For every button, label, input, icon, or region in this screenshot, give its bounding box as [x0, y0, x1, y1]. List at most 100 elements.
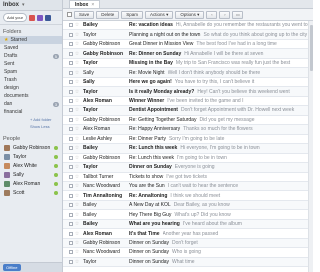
toolbar: Save Delete Spam Actions ▾ Options ▾ ‹ ›…	[63, 9, 313, 21]
table-row[interactable]: ☆ Gabby Robinson Re: Lunch this week I'm go…	[63, 154, 313, 164]
table-row[interactable]: ☆ Gabby Robinson Re: Dinner on Sunday Hi An…	[63, 49, 313, 59]
table-row[interactable]: ☆ Taylor Planning a night out on the town S…	[63, 30, 313, 40]
folder-item[interactable]: design	[0, 84, 62, 92]
star-icon[interactable]: ☆	[73, 126, 81, 132]
star-icon[interactable]: ☆	[73, 89, 81, 95]
star-icon[interactable]: ☆	[73, 202, 81, 208]
tab-inbox[interactable]: Inbox ×	[69, 0, 101, 8]
scrollbar[interactable]	[308, 21, 313, 272]
star-icon[interactable]: ☆	[73, 60, 81, 66]
star-icon[interactable]: ☆	[73, 117, 81, 123]
facebook-icon[interactable]	[45, 14, 52, 21]
star-icon[interactable]: ☆	[73, 240, 81, 246]
message-pane: Inbox × Save Delete Spam Actions ▾ Optio…	[63, 0, 313, 272]
close-icon[interactable]: ×	[91, 2, 94, 8]
message-list: ☆ Bailey Re: vacation ideas Hi, Annabelle d…	[63, 21, 313, 268]
star-icon[interactable]: ☆	[73, 155, 81, 161]
select-all-checkbox[interactable]	[67, 12, 72, 17]
chevron-down-icon[interactable]: ▾	[22, 2, 25, 8]
save-button[interactable]: Save	[74, 10, 95, 19]
star-icon[interactable]: ☆	[73, 70, 81, 76]
add-account-button[interactable]: Add your	[3, 13, 28, 22]
folder-item[interactable]: financial	[0, 108, 62, 116]
subject: Planning a night out on the town	[129, 31, 201, 38]
folder-item[interactable]: Saved	[0, 44, 62, 52]
table-row[interactable]: ☆ Bailey Re: Lunch this week Hi everyone, I…	[63, 144, 313, 154]
subject: Re: Movie Night	[129, 69, 165, 76]
sender: Bailey	[83, 211, 97, 218]
star-icon[interactable]: ☆	[73, 145, 81, 151]
table-row[interactable]: ☆ Bailey Hey There Big Guy What's up? Did y…	[63, 210, 313, 220]
folder-item[interactable]: Sent	[0, 60, 62, 68]
table-row[interactable]: ☆ Gabby Robinson Dinner on Sunday Don't for…	[63, 238, 313, 249]
next-icon[interactable]: ›	[219, 10, 231, 19]
person-item[interactable]: Sally	[0, 170, 62, 179]
table-row[interactable]: ☆ Nanc Woodward You are the Sun I can't wai…	[63, 181, 313, 192]
sender: Tallbot Turner	[83, 173, 114, 180]
subject: Re: Lunch this week	[129, 145, 178, 152]
folder-item[interactable]: Spam	[0, 68, 62, 76]
prev-icon[interactable]: ‹	[206, 10, 218, 19]
folder-label: Spam	[4, 69, 18, 75]
folder-item[interactable]: ★ Starred	[0, 36, 62, 44]
table-row[interactable]: ☆ Tim Annaltoning Re: Annaltoning I think w…	[63, 191, 313, 201]
snippet: I've been invited to the game and I	[167, 97, 244, 104]
table-row[interactable]: ☆ Taylor Is it really Monday already? Hey! …	[63, 87, 313, 97]
star-icon[interactable]: ☆	[73, 193, 81, 199]
presence-icon	[54, 145, 58, 150]
table-row[interactable]: ☆ Sally Re: Movie Night Well I don't think …	[63, 68, 313, 78]
show-less-link[interactable]: Show Less	[0, 123, 62, 130]
table-row[interactable]: ☆ Leslie Ashley Re: Dinner Party Sorry I'm …	[63, 135, 313, 145]
star-icon[interactable]: ☆	[73, 98, 81, 104]
table-row[interactable]: ☆ Bailey What are you hearing I've heard ab…	[63, 219, 313, 230]
table-row[interactable]: ☆ Alex Roman It's that Time Another year ha…	[63, 229, 313, 239]
star-icon[interactable]: ☆	[73, 212, 81, 218]
person-item[interactable]: Taylor	[0, 152, 62, 161]
add-folder-link[interactable]: + Add folder	[0, 116, 62, 123]
person-item[interactable]: Alex White	[0, 161, 62, 170]
scrollbar-thumb[interactable]	[310, 25, 313, 71]
star-icon[interactable]: ☆	[73, 221, 81, 227]
person-item[interactable]: Scott	[0, 188, 62, 197]
star-icon[interactable]: ☆	[73, 107, 81, 113]
star-icon[interactable]: ☆	[73, 249, 81, 255]
folder-item[interactable]: documents	[0, 92, 62, 100]
star-icon[interactable]: ☆	[73, 41, 81, 47]
delete-button[interactable]: Delete	[96, 10, 120, 19]
star-icon[interactable]: ☆	[73, 164, 81, 170]
folder-item[interactable]: Trash	[0, 76, 62, 84]
table-row[interactable]: ☆ Taylor Dentist Appointment Don't forget A…	[63, 106, 313, 116]
table-row[interactable]: ☆ Sally Here we go again! You have to try t…	[63, 78, 313, 88]
table-row[interactable]: ☆ Alex Roman Winner Winner I've been invite…	[63, 97, 313, 107]
person-item[interactable]: Gabby Robinson	[0, 143, 62, 152]
table-row[interactable]: ☆ Bailey A New Day at KOL Dear Bailey, as y…	[63, 200, 313, 211]
gmail-icon[interactable]	[29, 14, 36, 21]
person-item[interactable]: Alex Roman	[0, 179, 62, 188]
table-row[interactable]: ☆ Nanc Woodward Dinner on Sunday Who is goi…	[63, 248, 313, 258]
table-row[interactable]: ☆ Alex Roman Re: Happy Anniversary Thanks s…	[63, 125, 313, 135]
star-icon[interactable]: ☆	[73, 136, 81, 142]
layout-icon[interactable]: ▭	[232, 10, 244, 19]
table-row[interactable]: ☆ Tallbot Turner Tickets to show I've got t…	[63, 173, 313, 182]
yahoo-icon[interactable]	[37, 14, 44, 21]
options-button[interactable]: Options ▾	[175, 10, 205, 19]
star-icon[interactable]: ☆	[73, 79, 81, 85]
star-icon[interactable]: ☆	[73, 22, 81, 28]
table-row[interactable]: ☆ Bailey Re: vacation ideas Hi, Annabelle d…	[63, 21, 313, 31]
spam-button[interactable]: Spam	[121, 10, 144, 19]
table-row[interactable]: ☆ Gabby Robinson Re: Getting Together Satu…	[63, 116, 313, 126]
table-row[interactable]: ☆ Taylor Missing in the Bay My trip to San …	[63, 59, 313, 69]
star-icon[interactable]: ☆	[73, 183, 81, 189]
folder-item[interactable]: Drafts 5	[0, 52, 62, 60]
actions-button[interactable]: Actions ▾	[145, 10, 174, 19]
star-icon[interactable]: ☆	[73, 51, 81, 57]
star-icon[interactable]: ☆	[73, 174, 81, 180]
star-icon[interactable]: ☆	[73, 231, 81, 237]
folder-item[interactable]: dan 3	[0, 100, 62, 108]
table-row[interactable]: ☆ Taylor Dinner on Sunday What time	[63, 257, 313, 268]
table-row[interactable]: ☆ Gabby Robinson Great Dinner in Mission V…	[63, 40, 313, 50]
star-icon[interactable]: ☆	[73, 259, 81, 265]
table-row[interactable]: ☆ Taylor Dinner on Sunday Everyone is going	[63, 163, 313, 173]
status-button[interactable]: Offline	[3, 264, 21, 271]
star-icon[interactable]: ☆	[73, 32, 81, 38]
